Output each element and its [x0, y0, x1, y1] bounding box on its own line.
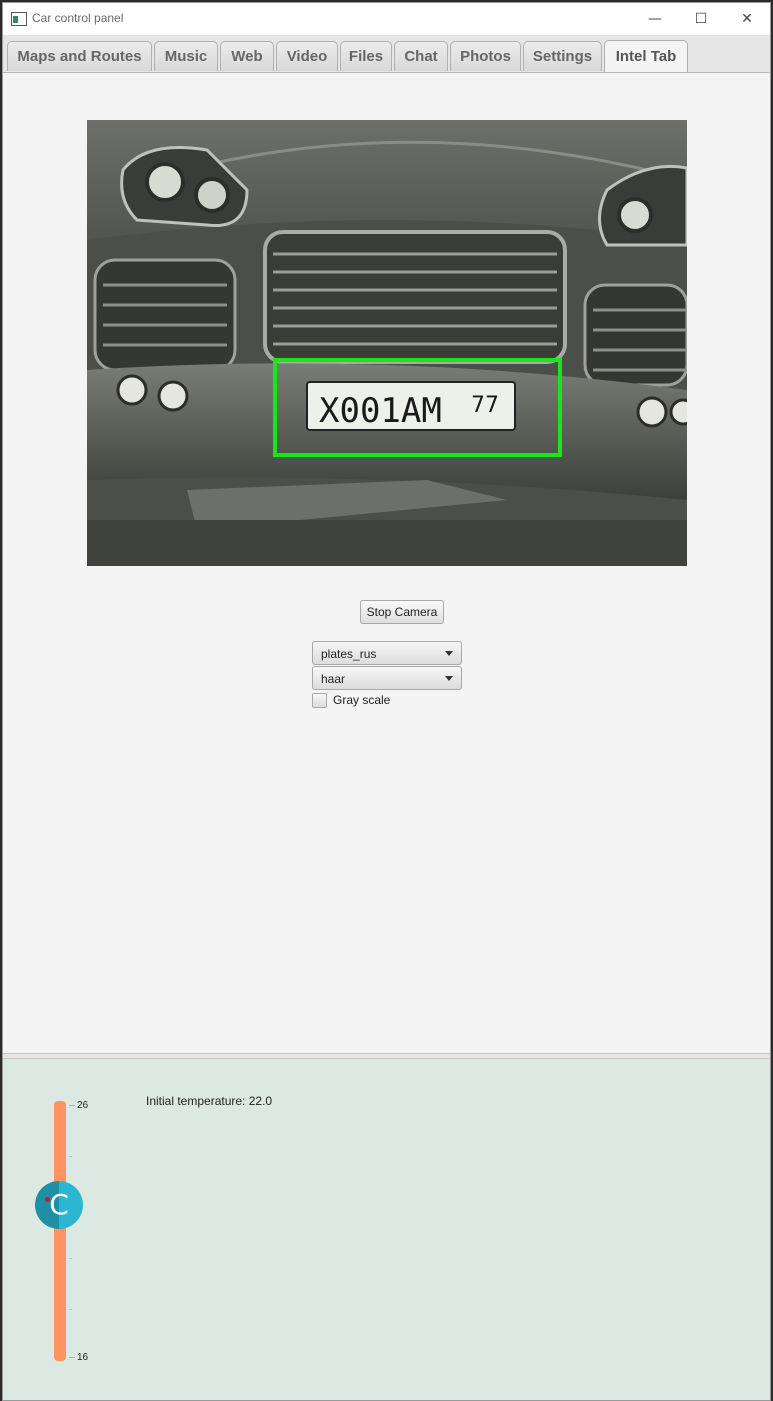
tab-photos[interactable]: Photos [450, 41, 521, 71]
camera-feed: X001AM 77 [87, 120, 687, 566]
minimize-button[interactable]: — [632, 3, 678, 35]
stop-camera-button[interactable]: Stop Camera [360, 600, 444, 624]
chevron-down-icon [445, 676, 453, 681]
tab-chat[interactable]: Chat [394, 41, 448, 71]
method-select[interactable]: haar [312, 666, 462, 690]
grayscale-label: Gray scale [333, 693, 391, 707]
tick-major [69, 1105, 75, 1106]
temperature-label: Initial temperature: 22.0 [146, 1094, 273, 1108]
climate-panel: Initial temperature: 22.0 26 16 C [3, 1059, 770, 1400]
title-bar: Car control panel — ☐ ✕ [3, 3, 770, 36]
tick-major [69, 1357, 75, 1358]
knob-indicator-dot [45, 1197, 50, 1202]
tick-minor [69, 1156, 72, 1157]
close-button[interactable]: ✕ [724, 3, 770, 35]
window-title: Car control panel [32, 11, 124, 25]
tab-files[interactable]: Files [340, 41, 392, 71]
tab-music[interactable]: Music [154, 41, 218, 71]
method-select-value: haar [321, 672, 346, 686]
knob-letter: C [49, 1188, 69, 1221]
tab-web[interactable]: Web [220, 41, 274, 71]
app-window: Car control panel — ☐ ✕ Maps and Routes … [2, 2, 771, 1401]
plate-text: X001AM [319, 391, 442, 431]
tab-bar: Maps and Routes Music Web Video Files Ch… [3, 36, 770, 73]
maximize-button[interactable]: ☐ [678, 3, 724, 35]
chevron-down-icon [445, 651, 453, 656]
slider-min-label: 16 [77, 1352, 89, 1363]
model-select[interactable]: plates_rus [312, 641, 462, 665]
tab-intel[interactable]: Intel Tab [604, 40, 688, 72]
grayscale-checkbox[interactable] [312, 693, 327, 708]
app-icon [11, 12, 27, 26]
plate-region: 77 [471, 393, 499, 418]
slider-max-label: 26 [77, 1100, 89, 1111]
temperature-slider-knob[interactable]: C [35, 1181, 83, 1229]
tab-settings[interactable]: Settings [523, 41, 602, 71]
tick-minor [69, 1258, 72, 1259]
tab-video[interactable]: Video [276, 41, 338, 71]
tick-minor [69, 1309, 72, 1310]
tab-maps-and-routes[interactable]: Maps and Routes [7, 41, 152, 71]
model-select-value: plates_rus [321, 647, 377, 661]
temperature-slider-track[interactable] [54, 1101, 66, 1361]
